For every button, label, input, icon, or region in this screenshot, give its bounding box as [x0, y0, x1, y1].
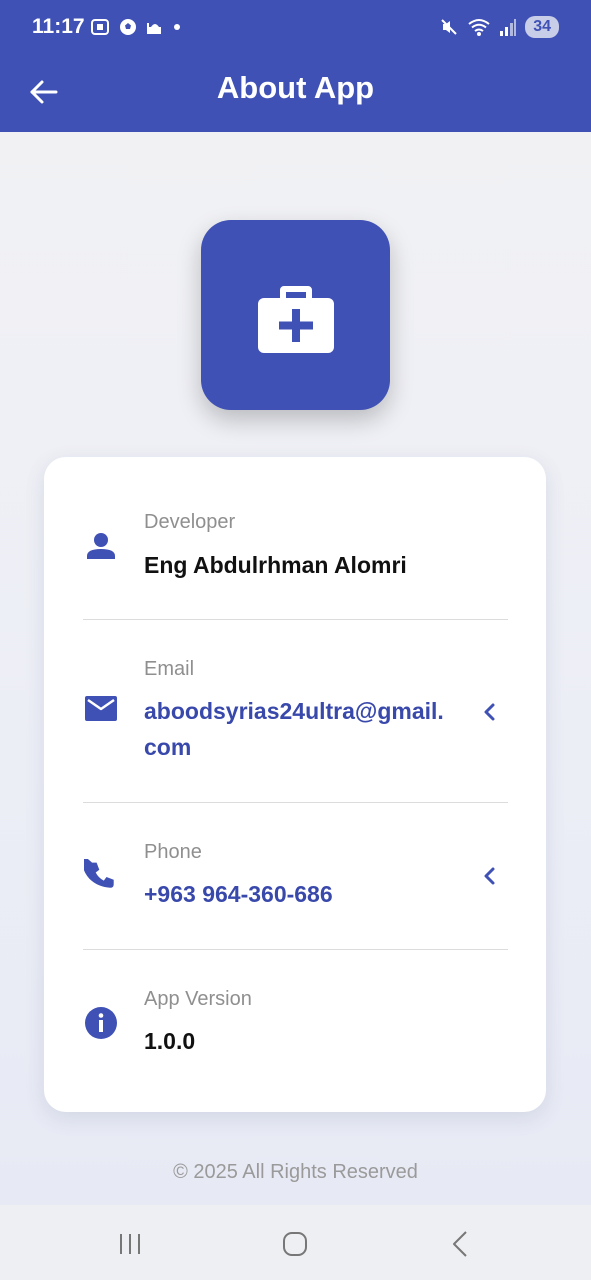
app-version-value: 1.0.0 — [144, 1028, 196, 1054]
app-bar: About App — [0, 56, 591, 132]
chevron-left-icon[interactable] — [478, 864, 502, 888]
page-title: About App — [216, 70, 375, 105]
divider — [83, 619, 508, 620]
phone-label: Phone — [144, 841, 202, 863]
chevron-left-icon[interactable] — [478, 700, 502, 724]
developer-label: Developer — [144, 511, 236, 533]
status-time: 11:17 — [32, 15, 85, 38]
phone-icon — [84, 859, 114, 888]
wifi-icon — [468, 19, 490, 36]
divider — [83, 949, 508, 950]
home-button[interactable] — [280, 1229, 310, 1259]
info-icon — [85, 1007, 117, 1039]
developer-value: Eng Abdulrhman Alomri — [144, 552, 407, 578]
email-label: Email — [144, 658, 195, 680]
copyright-text: © 2025 All Rights Reserved — [173, 1161, 418, 1183]
home-icon — [283, 1232, 307, 1256]
chevron-left-icon — [453, 1231, 467, 1257]
recent-apps-icon — [120, 1234, 140, 1254]
person-icon — [87, 533, 115, 559]
about-card: Developer Eng Abdulrhman Alomri Email ab… — [44, 457, 546, 1112]
soccer-ball-icon — [120, 19, 136, 35]
recent-apps-button[interactable] — [116, 1229, 146, 1259]
divider — [83, 802, 508, 803]
email-icon — [85, 696, 117, 721]
medical-kit-icon — [258, 286, 334, 353]
app-logo — [201, 220, 390, 410]
system-status-icons: 34 — [439, 16, 559, 38]
dot-icon — [174, 24, 180, 30]
mute-icon — [441, 19, 457, 35]
email-value-line1[interactable]: aboodsyrias24ultra@gmail. — [144, 694, 444, 728]
email-value-line2[interactable]: com — [144, 730, 191, 764]
system-nav-bar — [0, 1205, 591, 1280]
battery-badge: 34 — [525, 16, 559, 38]
notification-icons — [90, 17, 182, 37]
phone-value[interactable]: +963 964-360-686 — [144, 877, 333, 911]
app-version-label: App Version — [144, 988, 252, 1010]
mosque-icon — [147, 23, 161, 34]
signal-icon — [500, 19, 517, 36]
status-bar: 11:17 34 — [0, 0, 591, 56]
screenshot-icon — [91, 19, 109, 35]
back-nav-button[interactable] — [446, 1229, 476, 1259]
